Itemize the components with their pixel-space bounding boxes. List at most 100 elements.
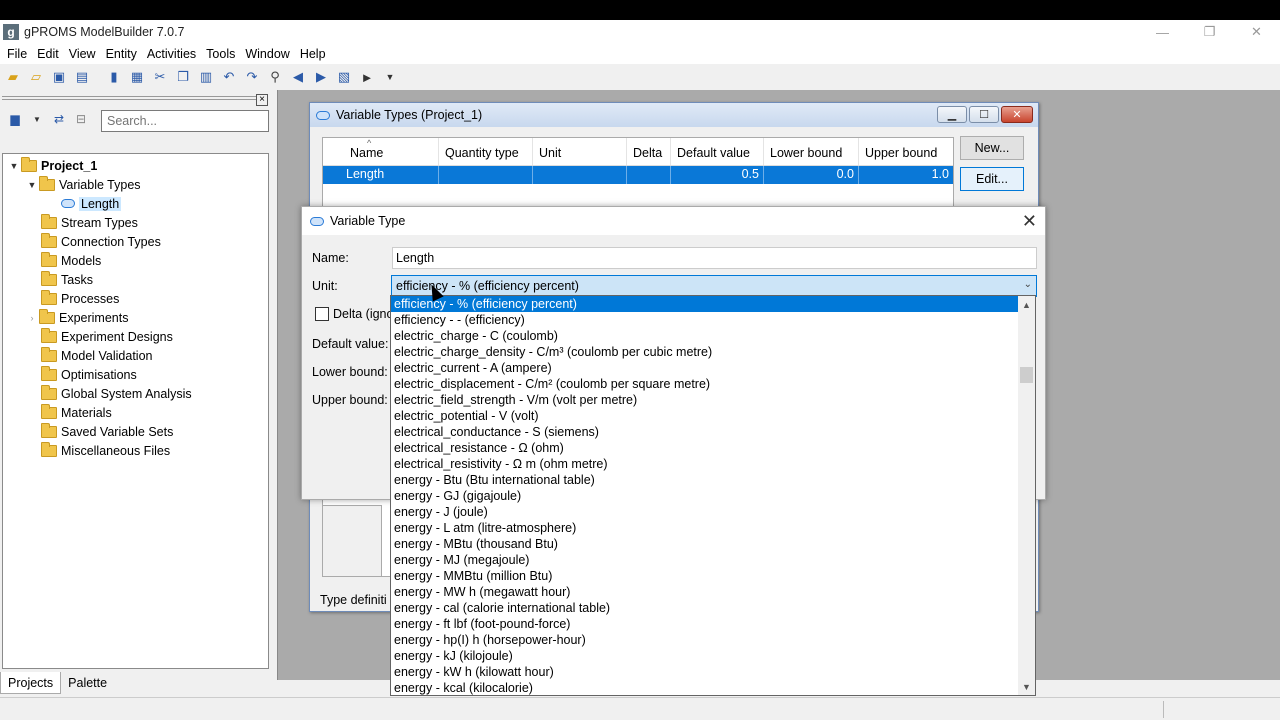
undo-icon[interactable]: ↶ <box>219 67 239 87</box>
column-header-upper-bound[interactable]: Upper bound <box>859 138 953 165</box>
unit-dropdown-list[interactable]: efficiency - % (efficiency percent) effic… <box>390 295 1036 696</box>
unit-option[interactable]: energy - kcal (kilocalorie) <box>391 680 1018 695</box>
minimize-button[interactable]: — <box>1139 20 1186 44</box>
copy-icon[interactable]: ❐ <box>173 67 193 87</box>
save-icon[interactable]: ▣ <box>49 67 69 87</box>
redo-icon[interactable]: ↷ <box>242 67 262 87</box>
panel-close-icon[interactable]: × <box>256 94 268 106</box>
run-dropdown-icon[interactable]: ▼ <box>380 67 400 87</box>
unit-option[interactable]: energy - J (joule) <box>391 504 1018 520</box>
column-header-lower-bound[interactable]: Lower bound <box>764 138 859 165</box>
variable-types-titlebar[interactable]: Variable Types (Project_1) <box>310 103 1038 127</box>
menu-file[interactable]: File <box>2 47 32 61</box>
tree-item-folder[interactable]: Models <box>3 251 268 270</box>
find-icon[interactable]: ⚲ <box>265 67 285 87</box>
unit-option[interactable]: electrical_conductance - S (siemens) <box>391 424 1018 440</box>
new-button[interactable]: New... <box>960 136 1024 160</box>
menu-window[interactable]: Window <box>240 47 294 61</box>
close-button[interactable]: ✕ <box>1233 20 1280 44</box>
tab-palette[interactable]: Palette <box>61 672 114 694</box>
collapse-arrow-icon[interactable]: ▼ <box>25 180 39 190</box>
unit-select[interactable]: efficiency - % (efficiency percent) ⌄ <box>391 275 1037 297</box>
unit-option[interactable]: electric_charge_density - C/m³ (coulomb … <box>391 344 1018 360</box>
properties-icon[interactable]: ▦ <box>127 67 147 87</box>
tree-item-folder[interactable]: Tasks <box>3 270 268 289</box>
unit-option[interactable]: energy - L atm (litre-atmosphere) <box>391 520 1018 536</box>
maximize-icon[interactable]: ☐ <box>969 106 999 123</box>
tree-item-folder[interactable]: › Experiments <box>3 308 268 327</box>
book-icon[interactable]: ▮ <box>104 67 124 87</box>
unit-option[interactable]: energy - MBtu (thousand Btu) <box>391 536 1018 552</box>
cut-icon[interactable]: ✂ <box>150 67 170 87</box>
open-icon[interactable]: ▱ <box>26 67 46 87</box>
collapse-all-icon[interactable]: ⊟ <box>72 110 90 128</box>
unit-option[interactable]: energy - MMBtu (million Btu) <box>391 568 1018 584</box>
scroll-down-icon[interactable]: ▼ <box>1018 678 1035 695</box>
table-row[interactable]: Length 0.5 0.0 1.0 <box>323 166 953 184</box>
collapse-arrow-icon[interactable]: ▼ <box>7 161 21 171</box>
delta-checkbox[interactable] <box>315 307 329 321</box>
panel-grip[interactable] <box>2 96 256 100</box>
tree-item-length[interactable]: Length <box>3 194 268 213</box>
forward-icon[interactable]: ▶ <box>311 67 331 87</box>
tree-item-folder[interactable]: Saved Variable Sets <box>3 422 268 441</box>
new-folder-icon[interactable]: ▰ <box>3 67 23 87</box>
unit-option[interactable]: electric_potential - V (volt) <box>391 408 1018 424</box>
chevron-down-icon[interactable]: ⌄ <box>1024 279 1032 290</box>
unit-option[interactable]: electric_charge - C (coulomb) <box>391 328 1018 344</box>
edit-button[interactable]: Edit... <box>960 167 1024 191</box>
unit-option[interactable]: energy - cal (calorie international tabl… <box>391 600 1018 616</box>
run-icon[interactable]: ► <box>357 67 377 87</box>
dialog-titlebar[interactable]: Variable Type <box>302 207 1045 235</box>
tab-projects[interactable]: Projects <box>0 672 62 694</box>
unit-option[interactable]: energy - ft lbf (foot-pound-force) <box>391 616 1018 632</box>
unit-option[interactable]: electric_displacement - C/m² (coulomb pe… <box>391 376 1018 392</box>
unit-option[interactable]: electrical_resistance - Ω (ohm) <box>391 440 1018 456</box>
menu-tools[interactable]: Tools <box>201 47 240 61</box>
tree-item-folder[interactable]: Optimisations <box>3 365 268 384</box>
unit-option[interactable]: energy - kJ (kilojoule) <box>391 648 1018 664</box>
link-editor-icon[interactable]: ⇄ <box>50 110 68 128</box>
close-icon[interactable]: ✕ <box>1001 106 1033 123</box>
dialog-close-icon[interactable]: ✕ <box>1022 211 1037 232</box>
menu-view[interactable]: View <box>64 47 101 61</box>
tree-item-folder[interactable]: Materials <box>3 403 268 422</box>
dropdown-scrollbar[interactable]: ▲ ▼ <box>1018 296 1035 695</box>
column-header-default-value[interactable]: Default value <box>671 138 764 165</box>
save-all-icon[interactable]: ▤ <box>72 67 92 87</box>
column-header-delta[interactable]: Delta <box>627 138 671 165</box>
unit-option[interactable]: energy - MJ (megajoule) <box>391 552 1018 568</box>
column-header-quantity-type[interactable]: Quantity type <box>439 138 533 165</box>
unit-option[interactable]: efficiency - - (efficiency) <box>391 312 1018 328</box>
tree-item-folder[interactable]: Global System Analysis <box>3 384 268 403</box>
back-icon[interactable]: ◀ <box>288 67 308 87</box>
unit-option[interactable]: energy - kW h (kilowatt hour) <box>391 664 1018 680</box>
tree-item-folder[interactable]: Stream Types <box>3 213 268 232</box>
minimize-icon[interactable]: ▁ <box>937 106 967 123</box>
menu-edit[interactable]: Edit <box>32 47 64 61</box>
tree-item-folder[interactable]: Miscellaneous Files <box>3 441 268 460</box>
unit-option[interactable]: electric_field_strength - V/m (volt per … <box>391 392 1018 408</box>
tree-item-folder[interactable]: Experiment Designs <box>3 327 268 346</box>
scroll-up-icon[interactable]: ▲ <box>1018 296 1035 313</box>
new-entity-icon[interactable]: ▆ <box>6 110 24 128</box>
menu-activities[interactable]: Activities <box>142 47 201 61</box>
menu-help[interactable]: Help <box>295 47 331 61</box>
menu-entity[interactable]: Entity <box>101 47 142 61</box>
run-config-icon[interactable]: ▧ <box>334 67 354 87</box>
column-header-unit[interactable]: Unit <box>533 138 627 165</box>
dropdown-arrow-icon[interactable]: ▼ <box>28 110 46 128</box>
unit-option[interactable]: energy - MW h (megawatt hour) <box>391 584 1018 600</box>
restore-button[interactable]: ❐ <box>1186 20 1233 44</box>
unit-option[interactable]: electrical_resistivity - Ω m (ohm metre) <box>391 456 1018 472</box>
unit-option[interactable]: efficiency - % (efficiency percent) <box>391 296 1018 312</box>
scrollbar-thumb[interactable] <box>1020 367 1033 383</box>
search-input[interactable] <box>101 110 269 132</box>
tree-item-folder[interactable]: Connection Types <box>3 232 268 251</box>
unit-option[interactable]: energy - Btu (Btu international table) <box>391 472 1018 488</box>
name-field[interactable] <box>392 247 1037 269</box>
paste-icon[interactable]: ▥ <box>196 67 216 87</box>
unit-option[interactable]: electric_current - A (ampere) <box>391 360 1018 376</box>
tree-item-folder[interactable]: Model Validation <box>3 346 268 365</box>
unit-option[interactable]: energy - hp(I) h (horsepower-hour) <box>391 632 1018 648</box>
